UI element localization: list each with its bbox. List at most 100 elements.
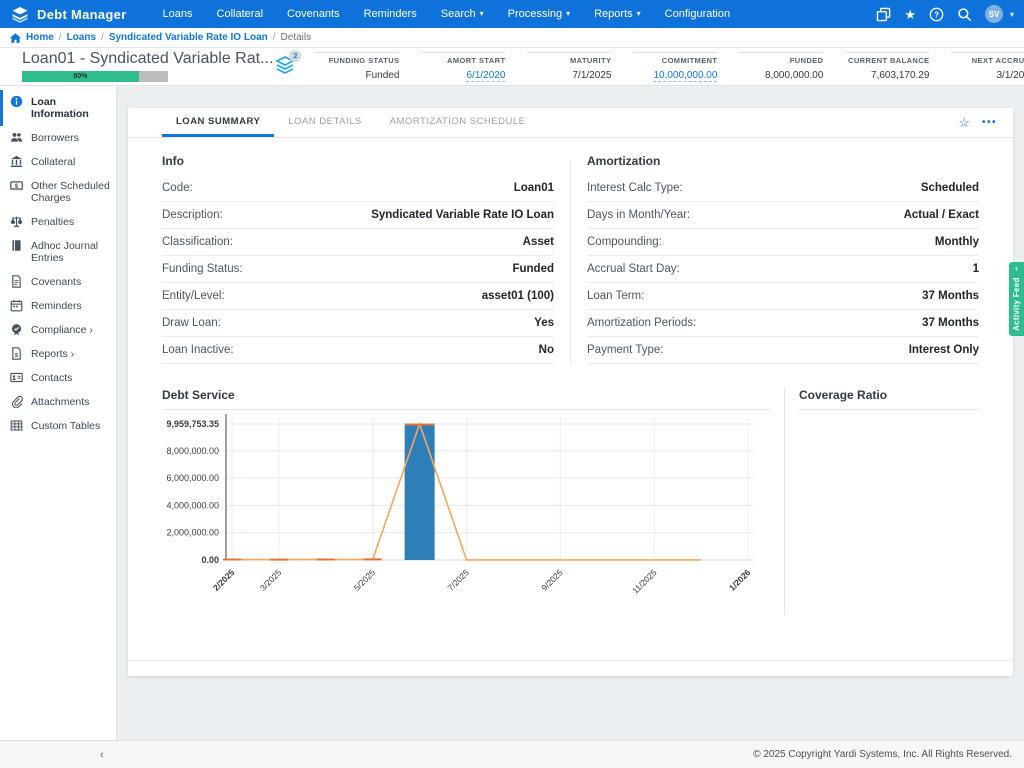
amortization-section: Amortization Interest Calc Type:Schedule…: [587, 154, 979, 364]
favorites-star-icon[interactable]: ★: [904, 8, 916, 21]
chevron-down-icon: ▾: [566, 10, 570, 18]
stat-label: FUNDED: [739, 56, 823, 65]
field-label: Loan Inactive:: [162, 344, 234, 356]
field-label: Amortization Periods:: [587, 317, 696, 329]
sidebar-item-contacts[interactable]: Contacts: [0, 366, 116, 390]
breadcrumb-loan-name[interactable]: Syndicated Variable Rate IO Loan: [109, 32, 268, 43]
help-icon[interactable]: ?: [929, 7, 944, 22]
nav-label: Search: [441, 8, 476, 20]
search-icon[interactable]: [957, 7, 972, 22]
tab-loan-details[interactable]: LOAN DETAILS: [274, 108, 375, 137]
field-value: 37 Months: [922, 290, 979, 302]
stat-value: 3/1/2025: [951, 70, 1024, 81]
sidebar-item-adhoc-journal-entries[interactable]: Adhoc Journal Entries: [0, 234, 116, 270]
summary-sections: Info Code:Loan01 Description:Syndicated …: [128, 138, 1013, 364]
window-restore-icon[interactable]: [876, 7, 891, 22]
stat-funding-status: FUNDING STATUS Funded: [315, 52, 399, 83]
nav-label: Processing: [508, 8, 562, 20]
app-brand[interactable]: Debt Manager: [10, 6, 127, 23]
breadcrumb-home[interactable]: Home: [26, 32, 54, 43]
chevron-left-icon: ‹: [1009, 263, 1024, 273]
stat-value: 8,000,000.00: [739, 70, 823, 81]
svg-text:11/2025: 11/2025: [630, 567, 659, 596]
section-title: Info: [162, 154, 554, 175]
stat-value: 7/1/2025: [527, 70, 611, 81]
stat-current-balance: CURRENT BALANCE 7,603,170.29: [845, 52, 929, 83]
covenants-document-icon: [10, 275, 23, 288]
reports-document-icon: $: [10, 347, 23, 360]
breadcrumb: Home / Loans / Syndicated Variable Rate …: [0, 28, 1024, 48]
sidebar-item-label: Borrowers: [31, 132, 79, 144]
sidebar-item-compliance[interactable]: Compliance ›: [0, 318, 116, 342]
journal-book-icon: [10, 239, 23, 252]
stat-value: Funded: [315, 70, 399, 81]
info-row: Code:Loan01: [162, 175, 554, 202]
sidebar-item-label: Custom Tables: [31, 420, 100, 432]
sidebar-item-loan-information[interactable]: Loan Information: [0, 90, 116, 126]
nav-item-loans[interactable]: Loans: [151, 0, 205, 28]
field-value: Interest Only: [909, 344, 979, 356]
svg-text:3/2025: 3/2025: [258, 567, 284, 593]
nav-item-reports[interactable]: Reports▾: [582, 0, 653, 28]
sidebar-item-covenants[interactable]: Covenants: [0, 270, 116, 294]
copyright-text: © 2025 Copyright Yardi Systems, Inc. All…: [753, 749, 1012, 760]
compliance-seal-icon: [10, 323, 23, 336]
svg-text:9/2025: 9/2025: [539, 567, 565, 593]
sidebar-item-label: Adhoc Journal Entries: [31, 240, 112, 264]
sidebar-item-other-scheduled-charges[interactable]: $ Other Scheduled Charges: [0, 174, 116, 210]
nav-label: Reminders: [364, 8, 417, 20]
sidebar-item-reminders[interactable]: Reminders: [0, 294, 116, 318]
nav-label: Loans: [163, 8, 193, 20]
amortization-row: Compounding:Monthly: [587, 229, 979, 256]
info-row: Loan Inactive:No: [162, 337, 554, 364]
activity-feed-tab[interactable]: ‹ Activity Feed: [1009, 262, 1024, 336]
collapse-sidebar-icon[interactable]: ‹: [100, 749, 104, 761]
attachments-paperclip-icon: [10, 395, 23, 408]
sidebar-item-reports[interactable]: $ Reports ›: [0, 342, 116, 366]
home-icon[interactable]: [10, 33, 21, 43]
section-title: Amortization: [587, 154, 979, 175]
sidebar-item-penalties[interactable]: Penalties: [0, 210, 116, 234]
field-value: Yes: [534, 317, 554, 329]
tab-amortization-schedule[interactable]: AMORTIZATION SCHEDULE: [376, 108, 540, 137]
sidebar-item-borrowers[interactable]: Borrowers: [0, 126, 116, 150]
charges-icon: $: [10, 179, 23, 192]
avatar[interactable]: SV: [985, 5, 1003, 23]
sidebar-item-label: Reports ›: [31, 348, 74, 360]
breadcrumb-separator: /: [59, 32, 62, 43]
tab-loan-summary[interactable]: LOAN SUMMARY: [162, 108, 274, 137]
footer: ‹ © 2025 Copyright Yardi Systems, Inc. A…: [0, 740, 1024, 768]
svg-text:5/2025: 5/2025: [352, 567, 378, 593]
reminders-calendar-icon: [10, 299, 23, 312]
nav-item-collateral[interactable]: Collateral: [205, 0, 275, 28]
nav-item-covenants[interactable]: Covenants: [275, 0, 352, 28]
sidebar-item-collateral[interactable]: Collateral: [0, 150, 116, 174]
penalties-scales-icon: [10, 215, 23, 228]
info-row: Description:Syndicated Variable Rate IO …: [162, 202, 554, 229]
stat-label: MATURITY: [527, 56, 611, 65]
topnav-right-controls: ★ ? SV ▾: [876, 5, 1014, 23]
nav-label: Covenants: [287, 8, 340, 20]
borrowers-icon: [10, 131, 23, 144]
field-label: Days in Month/Year:: [587, 209, 690, 221]
svg-text:4,000,000.00: 4,000,000.00: [166, 500, 219, 510]
nav-item-reminders[interactable]: Reminders: [352, 0, 429, 28]
stat-value-link[interactable]: 6/1/2020: [466, 70, 505, 82]
sidebar-item-attachments[interactable]: Attachments: [0, 390, 116, 414]
stat-value-link[interactable]: 10,000,000.00: [653, 70, 717, 82]
nav-item-configuration[interactable]: Configuration: [653, 0, 742, 28]
breadcrumb-loans[interactable]: Loans: [67, 32, 96, 43]
loan-summary-card: LOAN SUMMARY LOAN DETAILS AMORTIZATION S…: [128, 108, 1013, 676]
info-row: Classification:Asset: [162, 229, 554, 256]
loan-versions-button[interactable]: 2: [273, 54, 297, 78]
app-title: Debt Manager: [37, 7, 127, 22]
nav-label: Configuration: [665, 8, 730, 20]
more-options-icon[interactable]: •••: [982, 117, 997, 128]
favorite-star-icon[interactable]: ☆: [958, 115, 970, 131]
nav-item-processing[interactable]: Processing ▾: [496, 0, 582, 28]
field-value: Funded: [512, 263, 554, 275]
chevron-down-icon[interactable]: ▾: [1010, 10, 1014, 19]
amortization-row: Accrual Start Day:1: [587, 256, 979, 283]
sidebar-item-custom-tables[interactable]: Custom Tables: [0, 414, 116, 438]
nav-item-search[interactable]: Search▾: [429, 0, 496, 28]
